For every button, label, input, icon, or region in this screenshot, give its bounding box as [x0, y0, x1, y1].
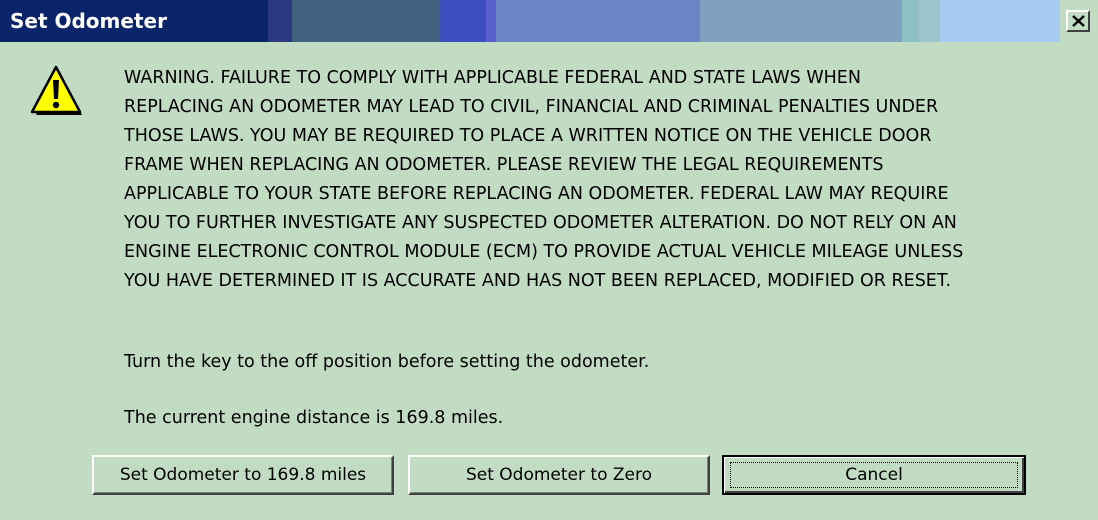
close-icon [1072, 15, 1085, 27]
set-odometer-zero-label: Set Odometer to Zero [465, 465, 653, 485]
set-odometer-current-button[interactable]: Set Odometer to 169.8 miles [92, 455, 394, 495]
engine-distance-text: The current engine distance is 169.8 mil… [124, 408, 504, 428]
warning-icon [30, 65, 82, 115]
close-button[interactable] [1066, 10, 1090, 32]
set-odometer-dialog: Set Odometer WARNING. FAILURE TO COMPLY … [0, 0, 1098, 520]
set-odometer-zero-button[interactable]: Set Odometer to Zero [408, 455, 710, 495]
instruction-text: Turn the key to the off position before … [124, 352, 650, 372]
warning-message: WARNING. FAILURE TO COMPLY WITH APPLICAB… [124, 68, 964, 291]
window-title: Set Odometer [10, 9, 167, 33]
cancel-label: Cancel [845, 465, 903, 485]
cancel-button[interactable]: Cancel [722, 455, 1026, 495]
title-bar[interactable]: Set Odometer [0, 0, 1098, 42]
set-odometer-current-label: Set Odometer to 169.8 miles [119, 465, 367, 485]
